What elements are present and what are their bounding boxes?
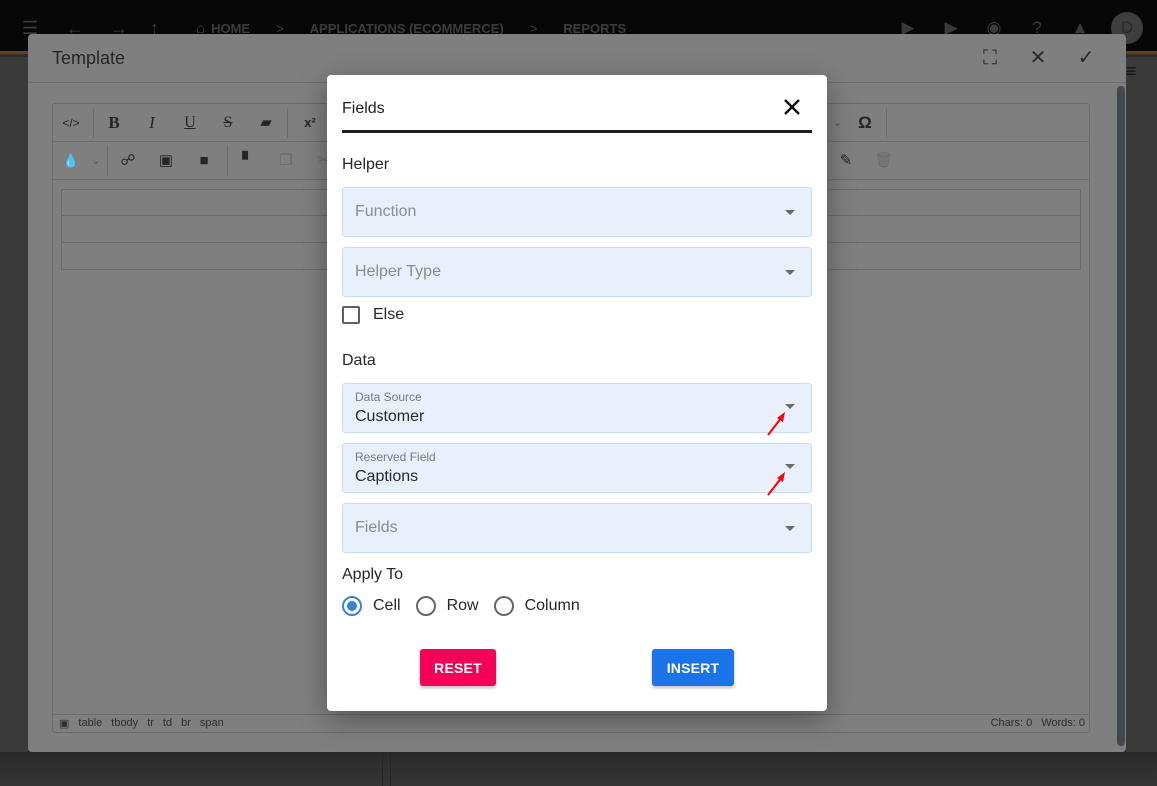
apply-to-radio-group: Cell Row Column — [342, 596, 595, 616]
video-icon[interactable]: ■ — [191, 149, 217, 173]
fields-placeholder: Fields — [355, 519, 398, 536]
radio-button[interactable] — [493, 596, 514, 616]
fullscreen-icon[interactable]: ⛶ — [978, 46, 1002, 70]
underline-button[interactable]: U — [177, 111, 203, 135]
scrollbar[interactable] — [1117, 86, 1125, 746]
background-panel-left — [0, 57, 28, 786]
bold-button[interactable]: B — [101, 111, 127, 135]
helper-section-label: Helper — [342, 156, 390, 173]
path-item[interactable]: table — [78, 717, 102, 730]
link-icon[interactable]: ☍ — [115, 149, 141, 173]
strikethrough-button[interactable]: S — [215, 111, 241, 135]
superscript-button[interactable]: x² — [297, 111, 323, 135]
special-character-button[interactable]: Ω — [852, 111, 878, 135]
data-source-label: Data Source — [355, 390, 422, 404]
else-label: Else — [373, 306, 405, 323]
format-painter-icon[interactable]: ▘ — [235, 149, 261, 173]
check-icon[interactable]: ✓ — [1074, 46, 1098, 70]
reset-button[interactable]: RESET — [420, 649, 496, 686]
element-path: ▣ table tbody tr td br span — [59, 717, 224, 730]
copy-icon[interactable]: ❐ — [273, 149, 299, 173]
close-icon[interactable] — [780, 95, 804, 119]
radio-row[interactable]: Row — [415, 596, 479, 616]
path-item[interactable]: tbody — [111, 717, 138, 730]
insert-button[interactable]: INSERT — [652, 649, 734, 686]
chevron-down-icon[interactable]: ⌄ — [91, 149, 100, 173]
eraser-icon[interactable]: ▰ — [253, 111, 279, 135]
radio-label: Cell — [373, 597, 401, 614]
helper-type-select[interactable]: Helper Type — [342, 247, 812, 297]
toolbar-separator — [93, 108, 94, 138]
path-item[interactable]: span — [200, 717, 224, 730]
image-icon[interactable]: ▣ — [153, 149, 179, 173]
divider — [382, 752, 391, 786]
reserved-field-select[interactable]: Reserved Field Captions — [342, 443, 812, 493]
apply-to-section-label: Apply To — [342, 566, 404, 583]
radio-column[interactable]: Column — [493, 596, 580, 616]
fields-select[interactable]: Fields — [342, 503, 812, 553]
select-all-icon[interactable]: ▣ — [59, 717, 69, 730]
function-select[interactable]: Function — [342, 187, 812, 237]
helper-type-placeholder: Helper Type — [355, 263, 441, 280]
reserved-field-label: Reserved Field — [355, 450, 436, 464]
modal-title: Template — [52, 48, 126, 68]
chevron-down-icon[interactable]: ⌄ — [833, 111, 842, 135]
path-item[interactable]: td — [163, 717, 172, 730]
radio-label: Row — [446, 597, 479, 614]
dialog-title: Fields — [342, 100, 385, 117]
else-checkbox-row[interactable]: Else — [342, 306, 404, 324]
toolbar-separator — [227, 146, 228, 176]
chars-count: Chars: 0 — [990, 717, 1033, 729]
delete-icon[interactable]: 🗑 — [871, 149, 897, 173]
toolbar-separator — [107, 146, 108, 176]
toolbar-separator — [287, 108, 288, 138]
italic-button[interactable]: I — [139, 111, 165, 135]
background-footer — [0, 752, 1157, 786]
radio-button[interactable] — [415, 596, 436, 616]
radio-button[interactable] — [342, 596, 362, 616]
dialog-header: Fields — [342, 93, 812, 133]
dropdown-arrow-icon — [785, 210, 795, 215]
close-icon[interactable]: ✕ — [1026, 46, 1050, 70]
background-panel-right: ≡ — [1126, 57, 1157, 786]
function-placeholder: Function — [355, 203, 417, 220]
else-checkbox[interactable] — [342, 306, 360, 324]
toolbar-separator — [886, 108, 887, 138]
path-item[interactable]: tr — [147, 717, 154, 730]
data-section-label: Data — [342, 352, 376, 369]
data-source-value: Customer — [355, 408, 425, 425]
modal-actions: ⛶ ✕ ✓ — [978, 46, 1098, 70]
fields-dialog: Fields Helper Function Helper Type Else … — [327, 75, 827, 711]
radio-label: Column — [524, 597, 580, 614]
dropdown-arrow-icon — [785, 270, 795, 275]
edit-icon[interactable]: ✎ — [833, 149, 859, 173]
dropdown-arrow-icon — [785, 404, 795, 409]
dropdown-arrow-icon — [785, 526, 795, 531]
data-source-select[interactable]: Data Source Customer — [342, 383, 812, 433]
code-view-button[interactable]: </> — [58, 111, 84, 135]
words-count: Words: 0 — [1041, 717, 1085, 729]
path-item[interactable]: br — [181, 717, 191, 730]
dropdown-arrow-icon — [785, 464, 795, 469]
menu-icon: ≡ — [1126, 61, 1137, 81]
word-count: Chars: 0 Words: 0 — [991, 717, 1085, 729]
editor-statusbar: ▣ table tbody tr td br span Chars: 0 Wor… — [53, 714, 1089, 732]
text-color-icon[interactable]: 💧 — [58, 149, 84, 173]
reserved-field-value: Captions — [355, 468, 419, 485]
radio-cell[interactable]: Cell — [342, 596, 401, 616]
